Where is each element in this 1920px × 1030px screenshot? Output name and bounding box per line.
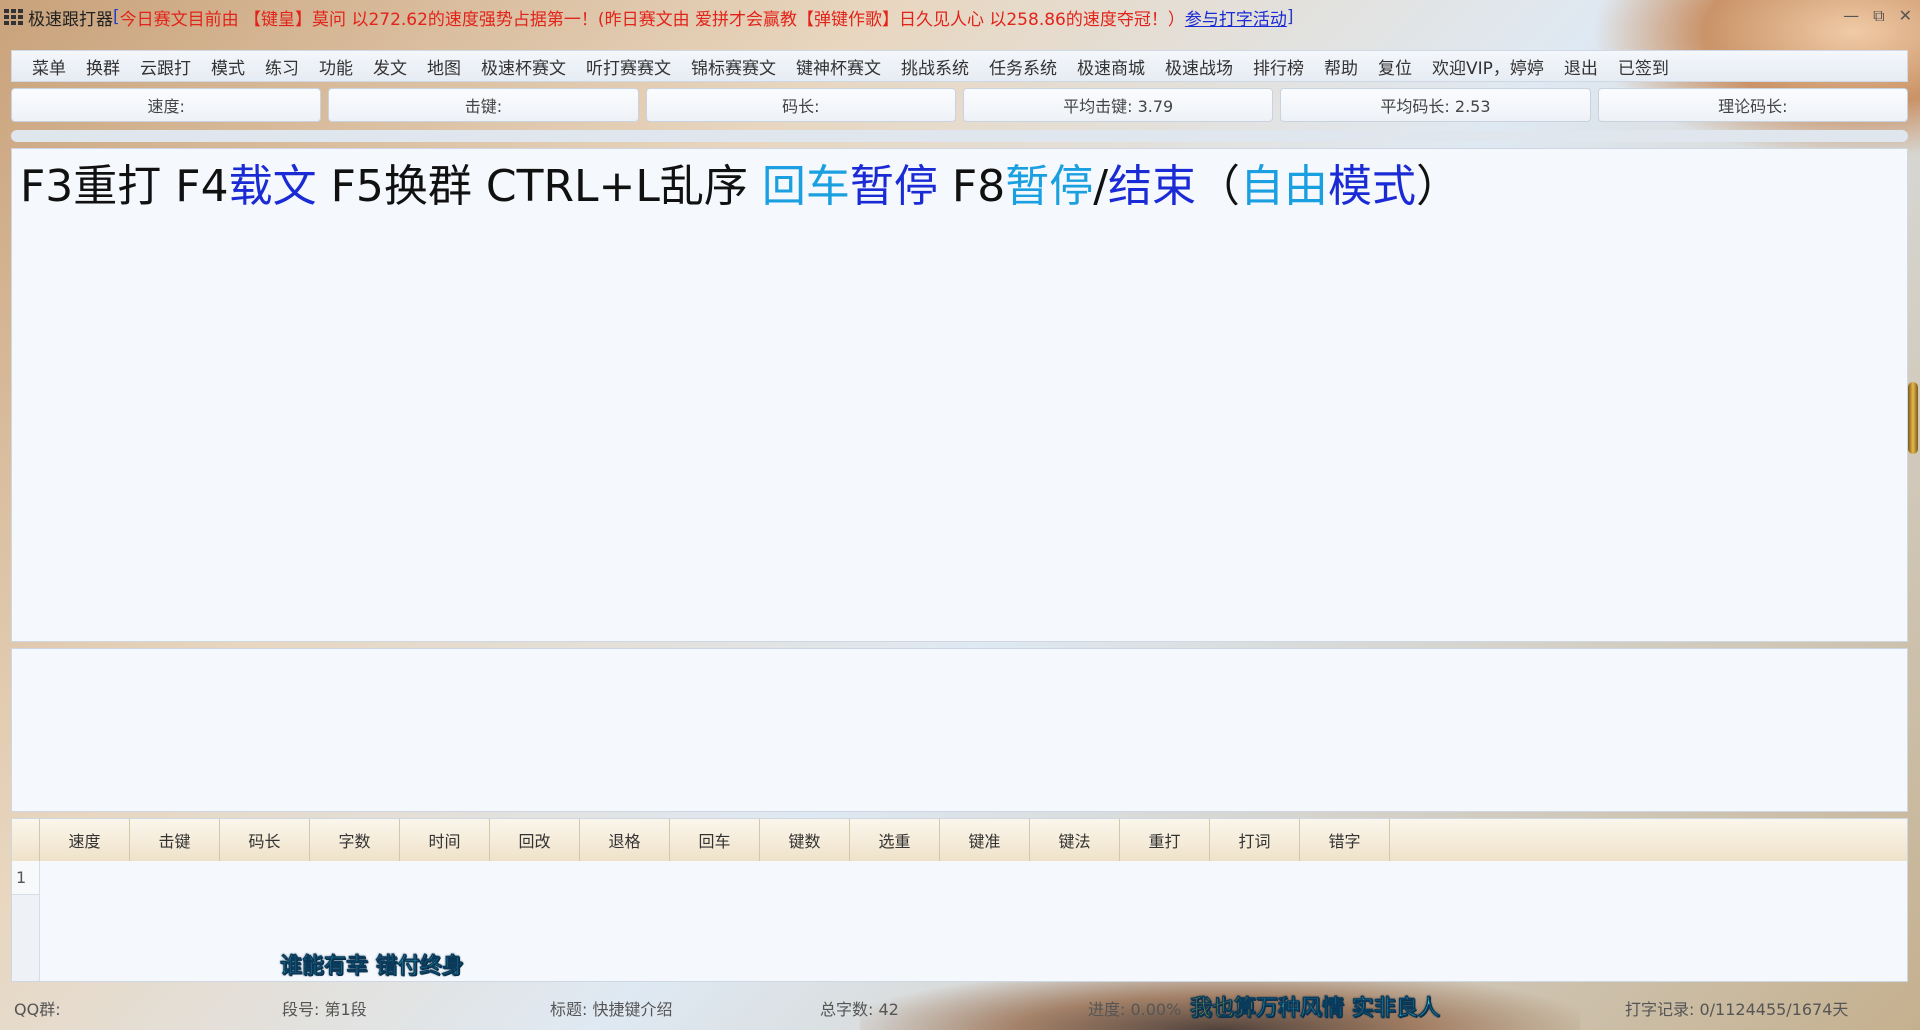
source-text-segment: 自由 <box>1240 161 1329 212</box>
stat-speed: 速度: <box>11 88 322 122</box>
status-segment: 段号: 第1段 <box>282 1000 367 1019</box>
window-controls: — ⧉ ✕ <box>1843 6 1912 26</box>
results-column-header[interactable]: 字数 <box>310 819 400 861</box>
results-column-header[interactable]: 时间 <box>400 819 490 861</box>
menu-item-tasks[interactable]: 任务系统 <box>979 54 1067 79</box>
app-grid-icon[interactable] <box>4 9 24 25</box>
stat-avg-keystroke: 平均击键: 3.79 <box>962 88 1274 122</box>
menu-item-cloud-typing[interactable]: 云跟打 <box>130 54 201 79</box>
source-text: F3重打 F4载文 F5换群 CTRL+L乱序 回车暂停 F8暂停/结束（自由模… <box>20 161 1899 214</box>
results-table-corner <box>12 819 40 861</box>
menu-item-reset[interactable]: 复位 <box>1368 54 1422 79</box>
source-text-segment: / <box>1093 161 1109 212</box>
status-title: 标题: 快捷键介绍 <box>550 1000 673 1019</box>
results-column-header[interactable]: 击键 <box>130 819 220 861</box>
title-bar: 极速跟打器 [ 今日赛文目前由 【键皇】莫问 以272.62的速度强势占据第一！… <box>0 0 1920 34</box>
side-scroll-handle[interactable] <box>1908 382 1918 454</box>
results-column-header[interactable]: 错字 <box>1300 819 1390 861</box>
source-text-segment: F8 <box>937 161 1006 212</box>
source-text-panel: F3重打 F4载文 F5换群 CTRL+L乱序 回车暂停 F8暂停/结束（自由模… <box>11 148 1908 642</box>
stat-keystroke: 击键: <box>328 88 639 122</box>
minimize-icon[interactable]: — <box>1843 6 1859 26</box>
menu-item-mode[interactable]: 模式 <box>201 54 255 79</box>
menu-bar: 菜单 换群 云跟打 模式 练习 功能 发文 地图 极速杯赛文 听打赛赛文 锦标赛… <box>11 50 1908 82</box>
source-text-segment: ） <box>1416 161 1461 212</box>
menu-item-dictation-contest[interactable]: 听打赛赛文 <box>576 54 681 79</box>
source-text-segment: 回车 <box>761 161 850 212</box>
results-column-header[interactable]: 打词 <box>1210 819 1300 861</box>
results-table-header: 速度 击键 码长 字数 时间 回改 退格 回车 键数 选重 键准 键法 重打 打词 错字 <box>12 819 1907 861</box>
menu-item-help[interactable]: 帮助 <box>1314 54 1368 79</box>
typing-input-area[interactable] <box>11 648 1908 812</box>
notice-bracket-close: ] <box>1286 7 1294 27</box>
status-total-chars: 总字数: 42 <box>820 1000 899 1019</box>
source-text-segment: （ <box>1196 161 1241 212</box>
menu-item-store[interactable]: 极速商城 <box>1067 54 1155 79</box>
stat-avg-code-length: 平均码长: 2.53 <box>1280 88 1591 122</box>
contest-notice: 今日赛文目前由 【键皇】莫问 以272.62的速度强势占据第一！(昨日赛文由 爱… <box>119 9 1185 30</box>
status-progress: 进度: 0.00% <box>1088 1000 1182 1019</box>
join-activity-link[interactable]: 参与打字活动 <box>1185 5 1287 30</box>
results-column-header[interactable]: 键法 <box>1030 819 1120 861</box>
source-text-segment: 载文 <box>228 161 317 212</box>
notice-bracket-open: [ <box>113 7 120 27</box>
menu-item-exit[interactable]: 退出 <box>1554 54 1608 79</box>
menu-item-switch-group[interactable]: 换群 <box>76 54 130 79</box>
results-column-header[interactable]: 码长 <box>220 819 310 861</box>
results-column-header[interactable]: 退格 <box>580 819 670 861</box>
results-column-header[interactable]: 键数 <box>760 819 850 861</box>
results-row-numbers: 1 <box>12 861 40 981</box>
source-text-segment: 暂停 <box>1005 161 1094 212</box>
menu-item-map[interactable]: 地图 <box>417 54 471 79</box>
source-text-segment: F5换群 CTRL+L乱序 <box>316 161 762 212</box>
menu-item-keygod-cup[interactable]: 键神杯赛文 <box>786 54 891 79</box>
menu-item-welcome-user[interactable]: 欢迎VIP，婷婷 <box>1422 54 1554 79</box>
results-column-header[interactable]: 回车 <box>670 819 760 861</box>
status-typing-record: 打字记录: 0/1124455/1674天 <box>1625 1000 1849 1019</box>
menu-item-championship[interactable]: 锦标赛赛文 <box>681 54 786 79</box>
status-qq-group: QQ群: <box>14 1000 61 1019</box>
lyric-overlay-left: 谁能有幸 错付终身 <box>280 954 464 980</box>
close-icon[interactable]: ✕ <box>1899 6 1912 26</box>
menu-item-leaderboard[interactable]: 排行榜 <box>1243 54 1314 79</box>
results-column-header[interactable]: 回改 <box>490 819 580 861</box>
menu-item-signed-in[interactable]: 已签到 <box>1608 54 1679 79</box>
typing-progress-bar <box>11 130 1908 142</box>
source-text-segment: F3重打 F4 <box>20 161 229 212</box>
stats-bar: 速度: 击键: 码长: 平均击键: 3.79 平均码长: 2.53 理论码长: <box>11 88 1908 122</box>
menu-item-practice[interactable]: 练习 <box>255 54 309 79</box>
row-number[interactable]: 1 <box>12 861 39 895</box>
menu-item-menu[interactable]: 菜单 <box>22 54 76 79</box>
stat-theory-code-length: 理论码长: <box>1597 88 1908 122</box>
results-column-header[interactable]: 选重 <box>850 819 940 861</box>
restore-icon[interactable]: ⧉ <box>1873 6 1884 26</box>
results-column-header[interactable]: 速度 <box>40 819 130 861</box>
source-text-segment: 结束 <box>1108 161 1197 212</box>
menu-item-challenge[interactable]: 挑战系统 <box>891 54 979 79</box>
menu-item-speed-cup[interactable]: 极速杯赛文 <box>471 54 576 79</box>
menu-item-battlefield[interactable]: 极速战场 <box>1155 54 1243 79</box>
stat-code-length: 码长: <box>645 88 956 122</box>
source-text-segment: 暂停 <box>849 161 938 212</box>
status-bar: QQ群: 段号: 第1段 标题: 快捷键介绍 总字数: 42 进度: 0.00%… <box>0 988 1920 1024</box>
results-column-header[interactable]: 重打 <box>1120 819 1210 861</box>
source-text-segment: 模式 <box>1328 161 1417 212</box>
app-title: 极速跟打器 <box>28 9 113 30</box>
results-column-header[interactable]: 键准 <box>940 819 1030 861</box>
menu-item-functions[interactable]: 功能 <box>309 54 363 79</box>
menu-item-send-text[interactable]: 发文 <box>363 54 417 79</box>
